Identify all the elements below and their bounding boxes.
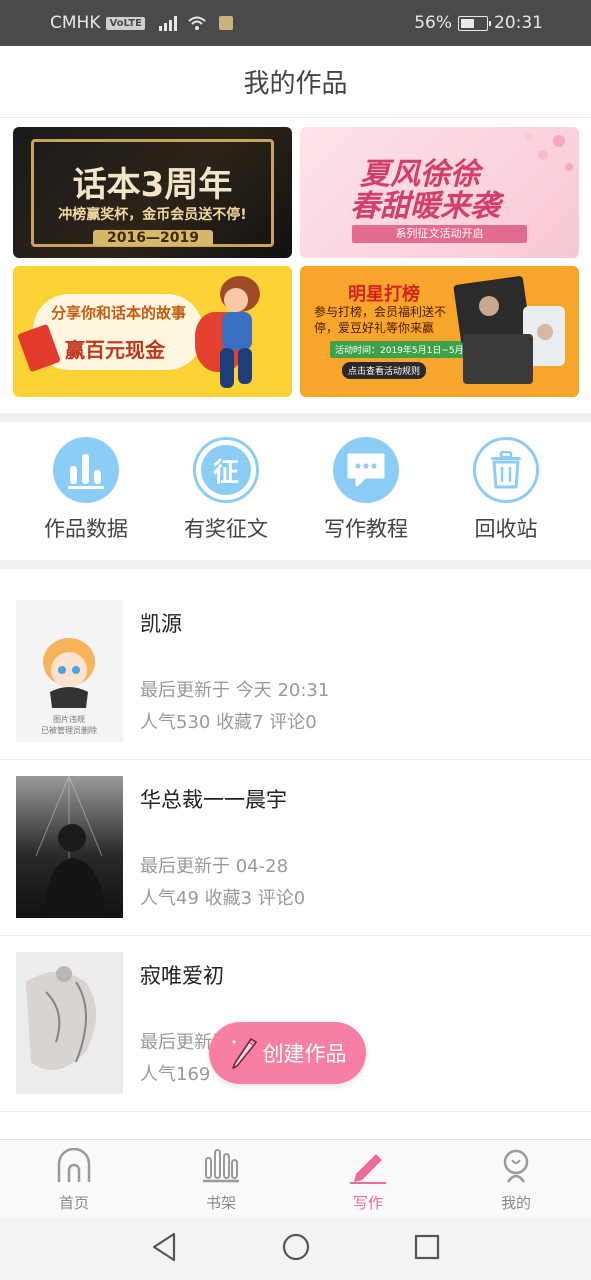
work-stats: 人气530 收藏7 评论0	[140, 712, 317, 733]
banner-title: 分享你和话本的故事	[51, 304, 187, 322]
svg-text:图片违规: 图片违规	[53, 714, 85, 724]
tool-recycle-bin[interactable]: 回收站	[436, 437, 576, 543]
trash-icon	[473, 437, 539, 503]
banner-anniversary[interactable]: 话本3周年 冲榜赢奖杯，金币会员送不停! 2016—2019	[13, 127, 292, 258]
tab-label: 首页	[58, 1194, 89, 1212]
banner-years: 2016—2019	[93, 230, 213, 246]
battery-icon	[458, 15, 491, 31]
tab-label: 写作	[352, 1194, 383, 1212]
tool-works-data[interactable]: 作品数据	[16, 437, 156, 543]
header: 我的作品	[0, 46, 591, 118]
tab-write[interactable]: 写作	[318, 1148, 418, 1213]
section-divider	[0, 413, 591, 422]
page-title: 我的作品	[243, 69, 348, 99]
system-nav-bar	[0, 1217, 591, 1280]
banner-rules-link[interactable]: 点击查看活动规则	[342, 362, 427, 379]
work-title: 华总裁一一晨宇	[140, 788, 287, 812]
pencil-icon	[231, 1037, 257, 1069]
battery-percent: 56%	[414, 13, 452, 33]
status-bar: CMHK VoLTE 56% 20:31	[0, 0, 591, 46]
work-cover	[16, 952, 123, 1094]
work-item[interactable]: 图片违规 已被管理员删除 凯源 最后更新于 今天 20:31 人气530 收藏7…	[0, 584, 591, 760]
tool-label: 作品数据	[44, 517, 128, 541]
banner-summer[interactable]: 夏风徐徐 春甜暖来袭 系列征文活动开启	[300, 127, 579, 258]
banner-share[interactable]: 分享你和话本的故事 赢百元现金	[13, 266, 292, 397]
work-cover: 图片违规 已被管理员删除	[16, 600, 123, 742]
carrier-label: CMHK	[50, 13, 101, 33]
work-cover	[16, 775, 123, 918]
pencil-icon	[350, 1154, 386, 1184]
work-stats: 人气49 收藏3 评论0	[140, 888, 306, 909]
tab-label: 我的	[500, 1194, 531, 1212]
tool-tutorial[interactable]: 写作教程	[296, 437, 436, 543]
signal-icon	[158, 15, 177, 31]
contest-icon: 征	[193, 437, 259, 503]
girl-illustration	[220, 276, 260, 388]
volte-badge: VoLTE	[106, 16, 145, 30]
section-divider	[0, 560, 591, 569]
tool-label: 写作教程	[324, 517, 408, 541]
home-icon	[57, 1147, 91, 1182]
banner-subtitle: 赢百元现金	[65, 338, 165, 362]
create-work-button[interactable]: 创建作品	[209, 1022, 366, 1084]
chat-bubble-icon	[333, 437, 399, 503]
create-work-label: 创建作品	[262, 1042, 347, 1066]
banner-title: 明星打榜	[348, 284, 420, 305]
banner-subtitle: 参与打榜，会员福利送不停，爱豆好礼等你来赢	[314, 305, 447, 335]
banner-title-2: 春甜暖来袭	[350, 189, 500, 224]
bookshelf-icon	[203, 1149, 239, 1183]
work-item[interactable]: 华总裁一一晨宇 最后更新于 04-28 人气49 收藏3 评论0	[0, 760, 591, 936]
work-updated: 最后更新于 今天 20:31	[140, 680, 330, 701]
wifi-icon	[188, 16, 206, 30]
home-circle-icon[interactable]	[281, 1231, 311, 1263]
recents-icon[interactable]	[413, 1231, 441, 1263]
banner-subtitle: 系列征文活动开启	[352, 225, 527, 243]
work-updated: 最后更新于 04-28	[140, 856, 289, 877]
svg-text:已被管理员删除: 已被管理员删除	[41, 725, 97, 735]
banner-star[interactable]: 明星打榜 参与打榜，会员福利送不停，爱豆好礼等你来赢 活动时间：2019年5月1…	[300, 266, 579, 397]
blossom-decoration	[525, 133, 573, 171]
bottom-tab-bar: 首页 书架 写作 我的	[0, 1139, 591, 1217]
tab-bookshelf[interactable]: 书架	[171, 1148, 271, 1213]
banner-subtitle: 冲榜赢奖杯，金币会员送不停!	[58, 207, 247, 223]
work-title: 凯源	[140, 612, 182, 636]
tool-contest[interactable]: 征 有奖征文	[156, 437, 296, 543]
app-notification-icon	[218, 16, 233, 30]
back-icon[interactable]	[150, 1231, 178, 1263]
tool-label: 有奖征文	[184, 517, 268, 541]
tab-home[interactable]: 首页	[24, 1147, 124, 1213]
banner-title: 话本3周年	[72, 165, 233, 205]
bar-chart-icon	[53, 437, 119, 503]
tab-me[interactable]: 我的	[466, 1148, 566, 1213]
tab-label: 书架	[205, 1194, 236, 1212]
work-title: 寂唯爱初	[140, 964, 224, 988]
work-stats: 人气169	[140, 1064, 211, 1085]
profile-icon	[503, 1149, 529, 1183]
star-photos	[453, 276, 565, 384]
clock: 20:31	[494, 13, 543, 33]
tool-label: 回收站	[474, 517, 538, 541]
